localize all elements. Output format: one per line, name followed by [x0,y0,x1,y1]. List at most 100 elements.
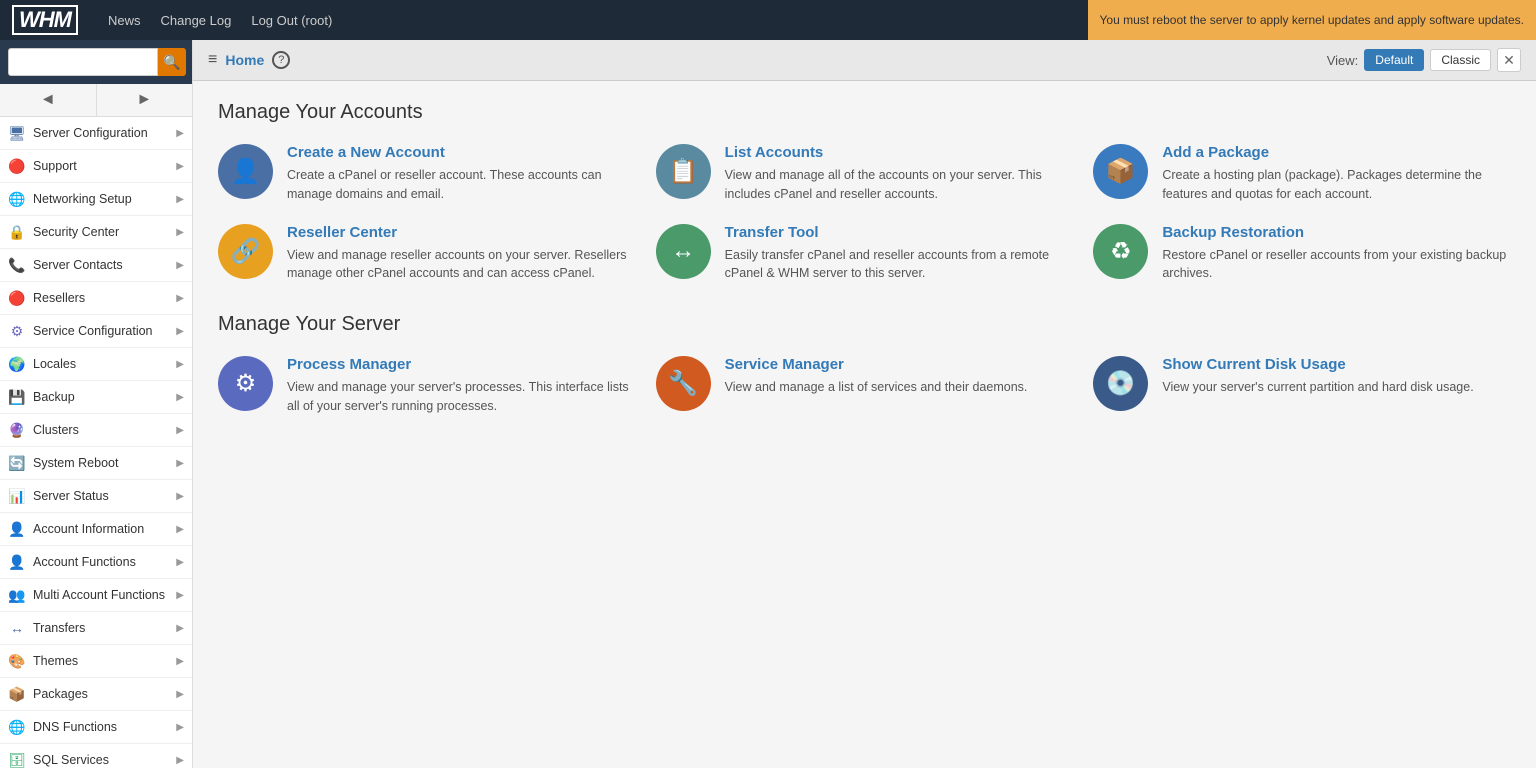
card-icon: 👤 [218,144,273,199]
card-icon: 💿 [1093,356,1148,411]
sidebar-icon: 🌍 [8,355,26,373]
sidebar-items-container: 🖥 Server Configuration ▶ 🔴 Support ▶ 🌐 N… [0,117,192,768]
main-content: ≡ Home ? View: Default Classic ✕ Manage … [193,40,1536,768]
sidebar-item-server-configuration[interactable]: 🖥 Server Configuration ▶ [0,117,192,150]
sidebar-item-networking-setup[interactable]: 🌐 Networking Setup ▶ [0,183,192,216]
card-content: Backup Restoration Restore cPanel or res… [1162,224,1511,284]
card-title[interactable]: Transfer Tool [725,224,1074,241]
card-title[interactable]: Add a Package [1162,144,1511,161]
sidebar-arrow-icon: ▶ [176,359,184,370]
sidebar-item-sql-services[interactable]: 🗄 SQL Services ▶ [0,744,192,768]
alert-banner: You must reboot the server to apply kern… [1088,0,1536,40]
content-section: Manage Your Server ⚙ Process Manager Vie… [218,313,1511,416]
search-input[interactable] [8,48,158,76]
sidebar-item-packages[interactable]: 📦 Packages ▶ [0,678,192,711]
breadcrumb-bar: ≡ Home ? View: Default Classic ✕ [193,40,1536,81]
sidebar-arrow-icon: ▶ [176,557,184,568]
card-icon: 🔧 [656,356,711,411]
sidebar-icon: 🔒 [8,223,26,241]
card-content: Show Current Disk Usage View your server… [1162,356,1473,397]
sidebar-item-clusters[interactable]: 🔮 Clusters ▶ [0,414,192,447]
sidebar-arrow-icon: ▶ [176,260,184,271]
sidebar-arrow-icon: ▶ [176,755,184,766]
sidebar-arrow-icon: ▶ [176,227,184,238]
sidebar-item-themes[interactable]: 🎨 Themes ▶ [0,645,192,678]
sidebar-item-label: Transfers [33,621,176,635]
sidebar-item-label: Server Contacts [33,258,176,272]
sidebar-item-server-contacts[interactable]: 📞 Server Contacts ▶ [0,249,192,282]
view-classic-button[interactable]: Classic [1430,49,1491,71]
card-title[interactable]: Create a New Account [287,144,636,161]
menu-toggle-icon[interactable]: ≡ [208,51,217,69]
card-content: Create a New Account Create a cPanel or … [287,144,636,204]
card-disk-usage: 💿 Show Current Disk Usage View your serv… [1093,356,1511,416]
card-content: Add a Package Create a hosting plan (pac… [1162,144,1511,204]
sidebar-item-label: Multi Account Functions [33,588,176,602]
sidebar-icon: 🔴 [8,289,26,307]
card-title[interactable]: Reseller Center [287,224,636,241]
card-description: Restore cPanel or reseller accounts from… [1162,246,1511,284]
sidebar-arrow-icon: ▶ [176,128,184,139]
sidebar-icon: 📊 [8,487,26,505]
sidebar-arrow-icon: ▶ [176,623,184,634]
sidebar-item-server-status[interactable]: 📊 Server Status ▶ [0,480,192,513]
sidebar-item-label: Locales [33,357,176,371]
card-title[interactable]: Service Manager [725,356,1028,373]
sidebar-nav-back[interactable]: ◄ [0,84,97,116]
card-content: Process Manager View and manage your ser… [287,356,636,416]
sidebar-item-resellers[interactable]: 🔴 Resellers ▶ [0,282,192,315]
nav-changelog[interactable]: Change Log [161,13,232,28]
sidebar-item-security-center[interactable]: 🔒 Security Center ▶ [0,216,192,249]
card-title[interactable]: Show Current Disk Usage [1162,356,1473,373]
sidebar-item-system-reboot[interactable]: 🔄 System Reboot ▶ [0,447,192,480]
card-reseller-center: 🔗 Reseller Center View and manage resell… [218,224,636,284]
sidebar-item-label: Clusters [33,423,176,437]
sidebar-icon: 💾 [8,388,26,406]
nav-news[interactable]: News [108,13,141,28]
sidebar-icon: 🔮 [8,421,26,439]
sidebar-icon: 👤 [8,553,26,571]
sidebar-icon: 👤 [8,520,26,538]
card-icon: 🔗 [218,224,273,279]
sidebar-item-account-information[interactable]: 👤 Account Information ▶ [0,513,192,546]
sidebar-arrow-icon: ▶ [176,326,184,337]
card-list-accounts: 📋 List Accounts View and manage all of t… [656,144,1074,204]
sidebar-item-backup[interactable]: 💾 Backup ▶ [0,381,192,414]
sidebar-item-label: Account Information [33,522,176,536]
whm-logo: WHM [12,5,78,35]
card-title[interactable]: Backup Restoration [1162,224,1511,241]
sidebar-icon: 🎨 [8,652,26,670]
home-link[interactable]: Home [225,52,264,68]
view-close-button[interactable]: ✕ [1497,48,1521,72]
sidebar-item-label: DNS Functions [33,720,176,734]
sidebar-item-label: Account Functions [33,555,176,569]
sidebar-item-multi-account-functions[interactable]: 👥 Multi Account Functions ▶ [0,579,192,612]
cards-grid: ⚙ Process Manager View and manage your s… [218,356,1511,416]
view-default-button[interactable]: Default [1364,49,1424,71]
sidebar-item-label: System Reboot [33,456,176,470]
sidebar-item-service-configuration[interactable]: ⚙ Service Configuration ▶ [0,315,192,348]
card-description: Create a hosting plan (package). Package… [1162,166,1511,204]
sidebar-item-account-functions[interactable]: 👤 Account Functions ▶ [0,546,192,579]
sidebar-nav-forward[interactable]: ► [97,84,193,116]
sidebar-arrow-icon: ▶ [176,689,184,700]
sidebar-item-label: Security Center [33,225,176,239]
card-title[interactable]: List Accounts [725,144,1074,161]
sidebar-item-dns-functions[interactable]: 🌐 DNS Functions ▶ [0,711,192,744]
nav-logout[interactable]: Log Out (root) [251,13,332,28]
content-section: Manage Your Accounts 👤 Create a New Acco… [218,101,1511,283]
sidebar-item-label: Support [33,159,176,173]
sidebar-item-locales[interactable]: 🌍 Locales ▶ [0,348,192,381]
view-label: View: [1327,53,1359,68]
sidebar-item-transfers[interactable]: ↔ Transfers ▶ [0,612,192,645]
sidebar-icon: 📦 [8,685,26,703]
help-icon[interactable]: ? [272,51,290,69]
sidebar-item-support[interactable]: 🔴 Support ▶ [0,150,192,183]
card-create-account: 👤 Create a New Account Create a cPanel o… [218,144,636,204]
card-title[interactable]: Process Manager [287,356,636,373]
search-button[interactable]: 🔍 [158,48,186,76]
card-content: Reseller Center View and manage reseller… [287,224,636,284]
sidebar-arrow-icon: ▶ [176,425,184,436]
card-service-manager: 🔧 Service Manager View and manage a list… [656,356,1074,416]
cards-grid: 👤 Create a New Account Create a cPanel o… [218,144,1511,283]
